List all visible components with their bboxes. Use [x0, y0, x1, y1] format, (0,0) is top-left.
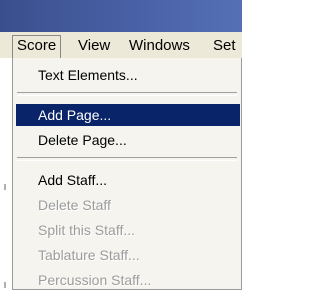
menu-item-add-staff[interactable]: Add Staff...	[16, 169, 240, 191]
menu-view[interactable]: View	[74, 36, 114, 56]
edge-mark	[4, 282, 6, 288]
menu-bar: Score View Windows Set	[0, 32, 242, 59]
menu-item-text-elements[interactable]: Text Elements...	[16, 64, 240, 86]
menu-settings[interactable]: Set	[209, 36, 240, 56]
menu-windows[interactable]: Windows	[125, 36, 194, 56]
menu-separator	[17, 157, 237, 161]
score-menu-dropdown: Text Elements... Add Page... Delete Page…	[12, 58, 242, 290]
menu-item-delete-staff: Delete Staff	[38, 197, 111, 213]
menu-item-add-page[interactable]: Add Page...	[16, 104, 240, 126]
menu-item-percussion-staff: Percussion Staff...	[38, 272, 152, 288]
menu-item-delete-page[interactable]: Delete Page...	[16, 129, 240, 151]
menu-separator	[17, 92, 237, 96]
menu-score[interactable]: Score	[12, 35, 62, 58]
menu-item-tablature-staff: Tablature Staff...	[38, 247, 140, 263]
document-edge	[0, 58, 12, 303]
window-title-bar	[0, 0, 242, 32]
edge-mark	[4, 184, 6, 190]
menu-item-split-staff: Split this Staff...	[38, 222, 136, 238]
